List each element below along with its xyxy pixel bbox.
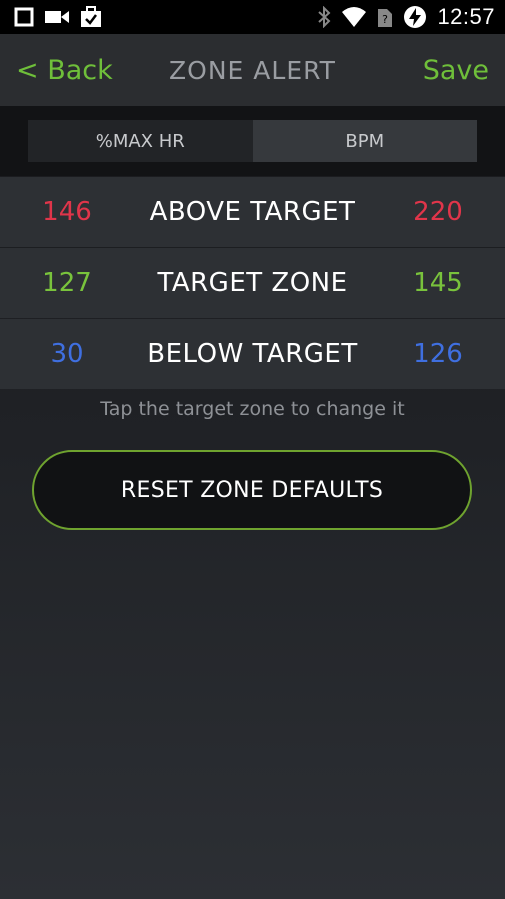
target-zone-max: 145 bbox=[413, 268, 463, 298]
status-left-icons bbox=[14, 6, 102, 28]
toggle-max-hr[interactable]: %MAX HR bbox=[28, 120, 253, 162]
above-target-max: 220 bbox=[413, 197, 463, 227]
zone-row-target-zone[interactable]: 127 TARGET ZONE 145 bbox=[0, 248, 505, 318]
target-zone-min: 127 bbox=[42, 268, 92, 298]
battery-charging-icon bbox=[403, 5, 427, 29]
below-target-label: BELOW TARGET bbox=[147, 339, 358, 369]
bluetooth-icon bbox=[317, 6, 331, 28]
zone-row-below-target[interactable]: 30 BELOW TARGET 126 bbox=[0, 319, 505, 389]
above-target-label: ABOVE TARGET bbox=[149, 197, 356, 227]
wifi-icon bbox=[341, 6, 367, 28]
status-bar: ? 12:57 bbox=[0, 0, 505, 34]
no-sim-icon: ? bbox=[377, 6, 393, 28]
above-target-min: 146 bbox=[42, 197, 92, 227]
svg-text:?: ? bbox=[383, 13, 389, 26]
status-time: 12:57 bbox=[437, 4, 495, 29]
video-camera-icon bbox=[44, 7, 70, 27]
reset-zone-defaults-button[interactable]: RESET ZONE DEFAULTS bbox=[32, 450, 472, 530]
zone-row-above-target[interactable]: 146 ABOVE TARGET 220 bbox=[0, 177, 505, 247]
unit-toggle: %MAX HR BPM bbox=[28, 120, 477, 162]
briefcase-check-icon bbox=[80, 6, 102, 28]
app-header: < Back ZONE ALERT Save bbox=[0, 34, 505, 106]
square-icon bbox=[14, 7, 34, 27]
below-target-min: 30 bbox=[50, 339, 84, 369]
hint-text: Tap the target zone to change it bbox=[100, 398, 405, 420]
target-zone-label: TARGET ZONE bbox=[157, 268, 348, 298]
below-target-max: 126 bbox=[413, 339, 463, 369]
unit-toggle-area: %MAX HR BPM bbox=[0, 106, 505, 176]
save-button[interactable]: Save bbox=[423, 55, 489, 86]
status-right-icons: ? 12:57 bbox=[317, 4, 495, 30]
toggle-bpm[interactable]: BPM bbox=[252, 120, 477, 162]
back-button[interactable]: < Back bbox=[16, 55, 113, 86]
